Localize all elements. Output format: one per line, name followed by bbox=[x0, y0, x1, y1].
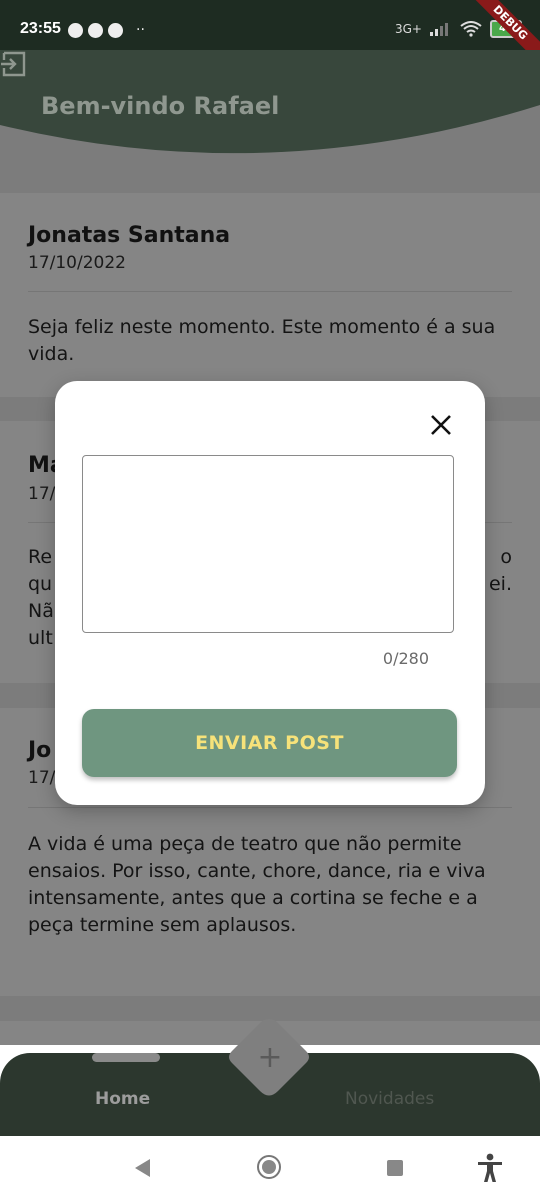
active-tab-indicator bbox=[92, 1053, 160, 1062]
app-notification-icon bbox=[108, 22, 123, 38]
page-title: Bem-vindo Rafael bbox=[41, 92, 280, 120]
character-counter: 0/280 bbox=[382, 649, 429, 668]
system-navigation-bar bbox=[0, 1136, 540, 1200]
status-time: 23:55 bbox=[20, 20, 61, 37]
tab-novidades[interactable]: Novidades bbox=[345, 1089, 434, 1109]
new-post-dialog: 0/280 ENVIAR POST bbox=[55, 381, 485, 805]
app-header: Bem-vindo Rafael bbox=[0, 50, 540, 165]
accessibility-icon[interactable] bbox=[476, 1153, 504, 1183]
send-post-button[interactable]: ENVIAR POST bbox=[82, 709, 457, 777]
post-date: 17/10/2022 bbox=[28, 253, 126, 273]
notification-icons: ·· bbox=[68, 22, 145, 38]
network-type: 3G+ bbox=[395, 22, 422, 36]
plus-icon: + bbox=[257, 1040, 283, 1075]
post-author: Jonatas Santana bbox=[28, 223, 231, 248]
teams-icon bbox=[88, 22, 103, 38]
home-icon[interactable] bbox=[257, 1155, 281, 1179]
post-divider bbox=[28, 291, 512, 292]
more-notifications-indicator: ·· bbox=[136, 22, 145, 38]
post-card[interactable]: Jonatas Santana 17/10/2022 Seja feliz ne… bbox=[0, 193, 540, 397]
status-bar: 23:55 ·· 3G+ 46 DEBUG bbox=[0, 0, 540, 72]
post-body: A vida é uma peça de teatro que não perm… bbox=[28, 833, 486, 936]
signal-icon bbox=[430, 23, 448, 36]
recent-apps-icon[interactable] bbox=[387, 1160, 403, 1176]
post-divider bbox=[28, 807, 512, 808]
logout-icon[interactable] bbox=[0, 50, 28, 78]
post-textarea[interactable] bbox=[82, 455, 454, 633]
post-body: Seja feliz neste momento. Este momento é… bbox=[28, 316, 496, 365]
back-icon[interactable] bbox=[133, 1158, 151, 1178]
wifi-icon bbox=[460, 21, 482, 37]
tab-home[interactable]: Home bbox=[95, 1089, 150, 1109]
post-author: Jo bbox=[28, 738, 52, 763]
app-notification-icon bbox=[68, 22, 83, 38]
close-icon[interactable] bbox=[429, 413, 453, 437]
